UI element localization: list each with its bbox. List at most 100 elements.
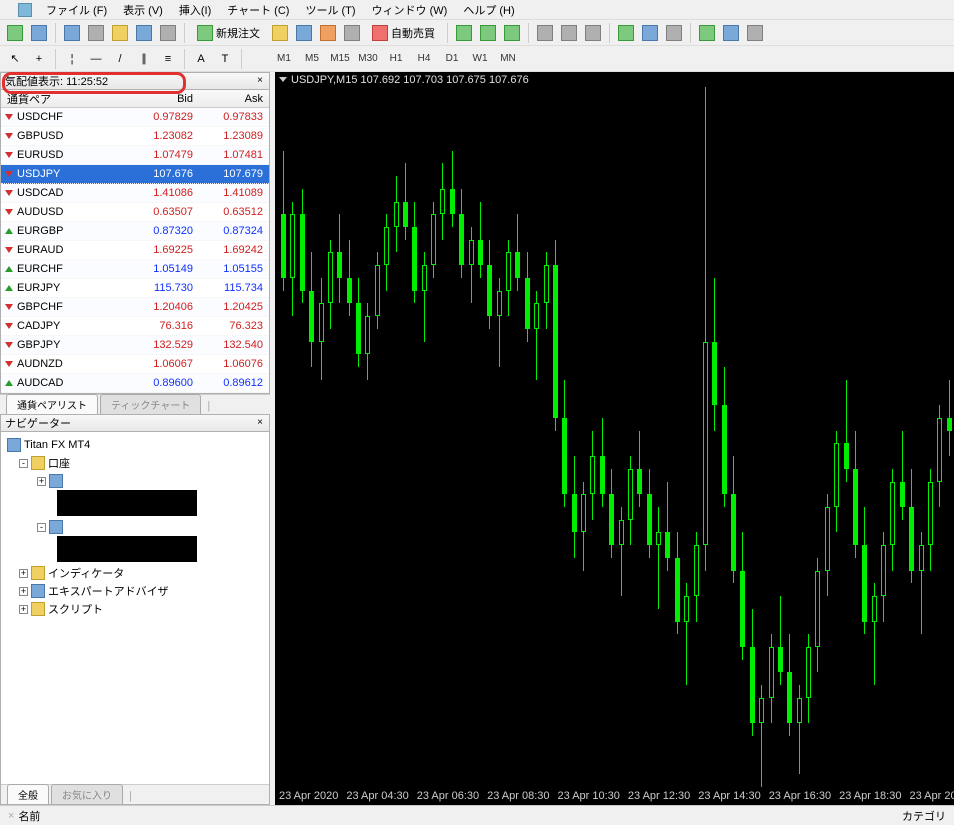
timeframe-w1[interactable]: W1 (467, 49, 493, 69)
templates-button[interactable] (696, 22, 718, 44)
tree-accounts[interactable]: -口座 (7, 454, 265, 472)
zoom-out-button[interactable] (558, 22, 580, 44)
symbol-row-gbpjpy[interactable]: GBPJPY132.529132.540 (1, 336, 269, 355)
col-ask[interactable]: Ask (199, 93, 269, 105)
timeframe-m1[interactable]: M1 (271, 49, 297, 69)
zoom-in-button[interactable] (534, 22, 556, 44)
trendline-tool[interactable]: / (109, 48, 131, 70)
expand-icon[interactable]: + (37, 477, 46, 486)
symbol-row-audcad[interactable]: AUDCAD0.896000.89612 (1, 374, 269, 393)
tree-scripts[interactable]: +スクリプト (7, 600, 265, 618)
symbol-row-audnzd[interactable]: AUDNZD1.060671.06076 (1, 355, 269, 374)
symbol-row-eurchf[interactable]: EURCHF1.051491.05155 (1, 260, 269, 279)
data-window-button[interactable] (85, 22, 107, 44)
vline-tool[interactable]: ¦ (61, 48, 83, 70)
market-watch-header[interactable]: 気配値表示: 11:25:52 × (0, 72, 270, 90)
new-order-button[interactable]: 新規注文 (190, 22, 267, 44)
symbol-row-eurjpy[interactable]: EURJPY115.730115.734 (1, 279, 269, 298)
tab-general[interactable]: 全般 (7, 784, 49, 804)
options-button[interactable] (293, 22, 315, 44)
x-tick: 23 Apr 14:30 (694, 790, 764, 802)
ask-price: 1.06076 (199, 358, 269, 370)
symbol-row-usdcad[interactable]: USDCAD1.410861.41089 (1, 184, 269, 203)
collapse-icon[interactable]: - (19, 459, 28, 468)
expand-icon[interactable]: + (19, 587, 28, 596)
symbol-row-gbpusd[interactable]: GBPUSD1.230821.23089 (1, 127, 269, 146)
cursor-tool[interactable]: ↖ (4, 48, 26, 70)
menu-window[interactable]: ウィンドウ (W) (366, 0, 454, 20)
tree-account-item[interactable]: - (7, 518, 265, 536)
auto-trading-button[interactable]: 自動売買 (365, 22, 442, 44)
expand-icon[interactable]: + (19, 605, 28, 614)
channel-tool[interactable]: ∥ (133, 48, 155, 70)
timeframe-m30[interactable]: M30 (355, 49, 381, 69)
timeframe-mn[interactable]: MN (495, 49, 521, 69)
timeframe-d1[interactable]: D1 (439, 49, 465, 69)
menu-help[interactable]: ヘルプ (H) (457, 0, 520, 20)
grid-button[interactable] (720, 22, 742, 44)
text-tool[interactable]: A (190, 48, 212, 70)
market-watch-button[interactable] (61, 22, 83, 44)
bar-chart-button[interactable] (453, 22, 475, 44)
col-bid[interactable]: Bid (129, 93, 199, 105)
timeframe-h1[interactable]: H1 (383, 49, 409, 69)
bid-price: 0.97829 (129, 111, 199, 123)
chart-header[interactable]: USDJPY,M15 107.692 107.703 107.675 107.6… (275, 72, 954, 87)
hline-tool[interactable]: — (85, 48, 107, 70)
symbol-row-audusd[interactable]: AUDUSD0.635070.63512 (1, 203, 269, 222)
close-icon[interactable]: × (254, 417, 266, 429)
symbol-name: USDCAD (17, 187, 63, 199)
history-button[interactable] (744, 22, 766, 44)
chart-shift-button[interactable] (615, 22, 637, 44)
navigator-header[interactable]: ナビゲーター × (0, 414, 270, 432)
chart-canvas[interactable] (275, 87, 954, 787)
tab-pair-list[interactable]: 通貨ペアリスト (6, 394, 98, 414)
tab-tick-chart[interactable]: ティックチャート (100, 394, 201, 414)
label-tool[interactable]: T (214, 48, 236, 70)
candle-chart-button[interactable] (477, 22, 499, 44)
tab-favorites[interactable]: お気に入り (51, 784, 123, 804)
symbol-name: USDJPY (17, 168, 60, 180)
col-symbol[interactable]: 通貨ペア (1, 91, 129, 107)
meta-editor-button[interactable] (269, 22, 291, 44)
auto-scroll-button[interactable] (582, 22, 604, 44)
symbol-row-cadjpy[interactable]: CADJPY76.31676.323 (1, 317, 269, 336)
new-chart-button[interactable] (4, 22, 26, 44)
chart-panel[interactable]: USDJPY,M15 107.692 107.703 107.675 107.6… (275, 72, 954, 805)
bid-price: 1.41086 (129, 187, 199, 199)
collapse-icon[interactable]: - (37, 523, 46, 532)
market-btn[interactable] (341, 22, 363, 44)
tree-experts[interactable]: +エキスパートアドバイザ (7, 582, 265, 600)
symbol-row-usdchf[interactable]: USDCHF0.978290.97833 (1, 108, 269, 127)
profiles-button[interactable] (28, 22, 50, 44)
bid-price: 115.730 (129, 282, 199, 294)
signals-button[interactable] (317, 22, 339, 44)
symbol-row-gbpchf[interactable]: GBPCHF1.204061.20425 (1, 298, 269, 317)
menu-tools[interactable]: ツール (T) (299, 0, 361, 20)
menu-chart[interactable]: チャート (C) (221, 0, 295, 20)
periods-button[interactable] (663, 22, 685, 44)
close-icon[interactable]: × (254, 75, 266, 87)
expand-icon[interactable]: + (19, 569, 28, 578)
tree-root[interactable]: Titan FX MT4 (7, 436, 265, 454)
crosshair-tool[interactable]: + (28, 48, 50, 70)
symbol-row-euraud[interactable]: EURAUD1.692251.69242 (1, 241, 269, 260)
tree-indicators[interactable]: +インディケータ (7, 564, 265, 582)
navigator-button[interactable] (109, 22, 131, 44)
dropdown-icon[interactable] (279, 77, 287, 82)
symbol-row-eurgbp[interactable]: EURGBP0.873200.87324 (1, 222, 269, 241)
symbol-row-eurusd[interactable]: EURUSD1.074791.07481 (1, 146, 269, 165)
terminal-button[interactable] (133, 22, 155, 44)
menu-file[interactable]: ファイル (F) (40, 0, 113, 20)
timeframe-m15[interactable]: M15 (327, 49, 353, 69)
timeframe-m5[interactable]: M5 (299, 49, 325, 69)
strategy-tester-button[interactable] (157, 22, 179, 44)
fibo-tool[interactable]: ≡ (157, 48, 179, 70)
indicators-button[interactable] (639, 22, 661, 44)
symbol-row-usdjpy[interactable]: USDJPY107.676107.679 (1, 165, 269, 184)
menu-insert[interactable]: 挿入(I) (173, 0, 217, 20)
tree-account-item[interactable]: + (7, 472, 265, 490)
timeframe-h4[interactable]: H4 (411, 49, 437, 69)
menu-view[interactable]: 表示 (V) (117, 0, 169, 20)
line-chart-button[interactable] (501, 22, 523, 44)
